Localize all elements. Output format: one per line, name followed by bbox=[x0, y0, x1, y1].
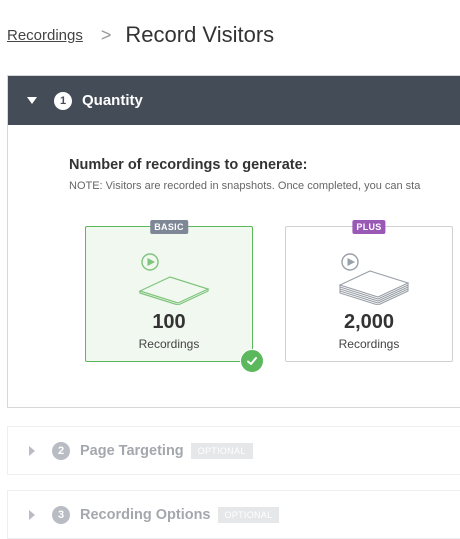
optional-tag: OPTIONAL bbox=[217, 506, 280, 523]
play-icon bbox=[141, 253, 159, 271]
plus-plan-label: Recordings bbox=[338, 337, 400, 351]
plus-badge: PLUS bbox=[352, 220, 386, 234]
page-title: Record Visitors bbox=[125, 22, 275, 47]
quantity-section: 1 Quantity Number of recordings to gener… bbox=[7, 75, 460, 408]
plus-plan-card[interactable]: PLUS 2,000 Recordings bbox=[285, 220, 453, 362]
recording-options-section[interactable]: 3 Recording Options OPTIONAL bbox=[7, 490, 460, 539]
stack-icon bbox=[338, 270, 410, 305]
check-icon bbox=[240, 349, 264, 373]
section-title: Recording Options bbox=[80, 506, 211, 523]
step-number: 2 bbox=[52, 441, 70, 460]
stack-icon bbox=[138, 276, 210, 305]
caret-right-icon bbox=[29, 445, 35, 456]
basic-badge: BASIC bbox=[150, 220, 188, 234]
step-number: 1 bbox=[54, 91, 72, 110]
basic-plan-card[interactable]: BASIC 100 Recordings bbox=[85, 220, 264, 373]
quantity-note: NOTE: Visitors are recorded in snapshots… bbox=[69, 180, 421, 192]
basic-plan-value: 100 bbox=[152, 311, 186, 333]
basic-plan-label: Recordings bbox=[138, 337, 200, 351]
caret-down-icon bbox=[27, 97, 37, 104]
play-icon bbox=[341, 253, 359, 271]
quantity-heading: Number of recordings to generate: bbox=[69, 157, 308, 173]
optional-tag: OPTIONAL bbox=[190, 442, 253, 459]
quantity-section-header[interactable]: 1 Quantity bbox=[8, 76, 460, 125]
multiple-recordings-illustration bbox=[338, 253, 410, 305]
breadcrumb: Recordings > Record Visitors bbox=[7, 20, 274, 50]
caret-right-icon bbox=[29, 509, 35, 520]
single-recording-illustration bbox=[138, 253, 210, 305]
section-title: Quantity bbox=[82, 92, 143, 109]
plus-plan-value: 2,000 bbox=[343, 311, 395, 333]
step-number: 3 bbox=[52, 505, 70, 524]
breadcrumb-link-recordings[interactable]: Recordings bbox=[7, 27, 83, 44]
page-targeting-section[interactable]: 2 Page Targeting OPTIONAL bbox=[7, 426, 460, 475]
section-title: Page Targeting bbox=[80, 442, 184, 459]
breadcrumb-separator: > bbox=[100, 24, 112, 45]
